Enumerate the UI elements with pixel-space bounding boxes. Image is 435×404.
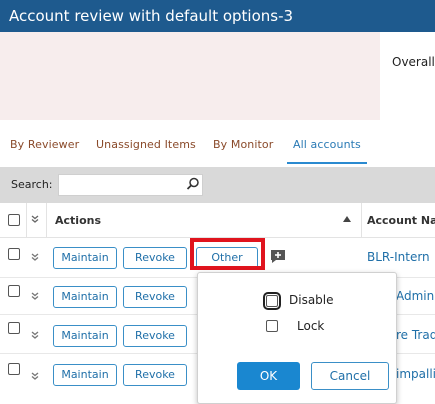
other-actions-popup: Disable Lock OK Cancel (197, 272, 397, 404)
tab-bar: By Reviewer Unassigned Items By Monitor … (0, 128, 435, 164)
window-title: Account review with default options-3 (0, 0, 435, 32)
account-link[interactable]: Admin (396, 289, 434, 303)
row-checkbox[interactable] (8, 363, 20, 375)
summary-panel (0, 32, 380, 120)
summary-panel-right (380, 32, 435, 120)
search-icon[interactable] (186, 177, 200, 191)
actions-column-header[interactable]: Actions (55, 214, 101, 227)
sort-ascending-icon[interactable] (343, 216, 351, 222)
expand-row-icon[interactable] (31, 253, 39, 261)
cancel-button[interactable]: Cancel (311, 362, 389, 390)
search-label: Search: (11, 178, 53, 191)
disable-label: Disable (289, 293, 334, 307)
revoke-button[interactable]: Revoke (123, 325, 187, 347)
maintain-button[interactable]: Maintain (53, 286, 117, 308)
select-all-checkbox[interactable] (8, 214, 20, 226)
row-checkbox[interactable] (8, 248, 20, 260)
account-link[interactable]: impalli (396, 367, 435, 381)
expand-row-icon[interactable] (31, 372, 39, 380)
revoke-button[interactable]: Revoke (123, 286, 187, 308)
lock-label: Lock (297, 319, 325, 333)
expand-all-icon[interactable] (31, 215, 39, 223)
tab-by-monitor[interactable]: By Monitor (213, 138, 273, 151)
overall-label: Overall (392, 55, 435, 69)
tab-all-accounts[interactable]: All accounts (293, 138, 361, 151)
expand-row-icon[interactable] (31, 331, 39, 339)
header-divider (361, 203, 362, 238)
expand-row-icon[interactable] (31, 292, 39, 300)
revoke-button[interactable]: Revoke (123, 247, 187, 269)
account-name-column-header[interactable]: Account Na (367, 214, 435, 227)
account-link[interactable]: re Trad (396, 328, 435, 342)
tab-by-reviewer[interactable]: By Reviewer (10, 138, 79, 151)
active-tab-indicator (287, 162, 367, 164)
disable-checkbox[interactable] (263, 292, 281, 310)
maintain-button[interactable]: Maintain (53, 364, 117, 386)
maintain-button[interactable]: Maintain (53, 247, 117, 269)
row-checkbox[interactable] (8, 322, 20, 334)
maintain-button[interactable]: Maintain (53, 325, 117, 347)
search-toolbar: Search: (0, 167, 435, 203)
other-button-highlight (190, 238, 265, 270)
add-comment-icon[interactable] (270, 249, 286, 264)
header-divider (26, 203, 27, 238)
lock-checkbox[interactable] (266, 320, 278, 332)
account-link[interactable]: BLR-Intern (367, 250, 430, 264)
ok-button[interactable]: OK (237, 362, 300, 390)
header-divider (46, 203, 47, 238)
search-input[interactable] (58, 174, 203, 196)
tab-unassigned-items[interactable]: Unassigned Items (96, 138, 196, 151)
row-checkbox[interactable] (8, 285, 20, 297)
revoke-button[interactable]: Revoke (123, 364, 187, 386)
